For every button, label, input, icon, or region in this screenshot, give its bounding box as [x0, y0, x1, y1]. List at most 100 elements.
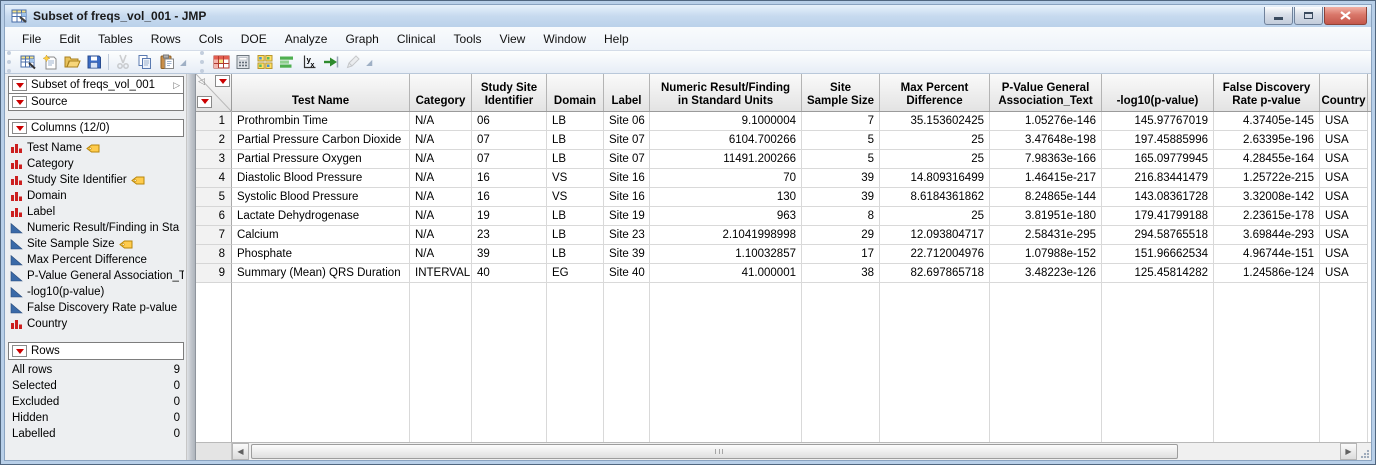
table-cell[interactable]: 2.23615e-178 [1214, 207, 1320, 226]
maximize-button[interactable] [1294, 7, 1323, 25]
nominal-modeling-type-icon[interactable] [10, 190, 23, 202]
table-cell[interactable]: 5 [802, 150, 880, 169]
row-number[interactable]: 9 [196, 264, 232, 283]
table-cell[interactable]: LB [547, 112, 604, 131]
panel-expand-icon[interactable]: ▷ [173, 80, 180, 91]
table-cell[interactable]: 197.45885996 [1102, 131, 1214, 150]
table-cell[interactable]: 23 [472, 226, 547, 245]
table-cell[interactable]: Calcium [232, 226, 410, 245]
table-cell[interactable]: 1.24586e-124 [1214, 264, 1320, 283]
table-cell[interactable]: 3.81951e-180 [990, 207, 1102, 226]
column-item-false-discovery-rate-p-value[interactable]: False Discovery Rate p-value [10, 300, 184, 316]
table-cell[interactable]: 2.63395e-196 [1214, 131, 1320, 150]
column-header-site-sample-size[interactable]: Site Sample Size [802, 74, 880, 111]
assign-button[interactable] [320, 52, 342, 72]
row-number[interactable]: 2 [196, 131, 232, 150]
column-item-test-name[interactable]: Test Name [10, 140, 184, 156]
table-cell[interactable]: 165.09779945 [1102, 150, 1214, 169]
title-bar[interactable]: Subset of freqs_vol_001 - JMP [5, 5, 1371, 27]
table-cell[interactable]: Phosphate [232, 245, 410, 264]
scrollbar-track[interactable] [249, 443, 1340, 460]
table-cell[interactable]: 125.45814282 [1102, 264, 1214, 283]
close-button[interactable] [1324, 7, 1367, 25]
table-cell[interactable]: 70 [650, 169, 802, 188]
column-item-study-site-identifier[interactable]: Study Site Identifier [10, 172, 184, 188]
table-cell[interactable]: 11491.200266 [650, 150, 802, 169]
table-cell[interactable]: 12.093804717 [880, 226, 990, 245]
table-cell[interactable]: Site 16 [604, 169, 650, 188]
column-item-country[interactable]: Country [10, 316, 184, 332]
column-header-false-discovery-rate-p-value[interactable]: False Discovery Rate p-value [1214, 74, 1320, 111]
table-cell[interactable]: Site 06 [604, 112, 650, 131]
columns-panel-header[interactable]: Columns (12/0) [8, 119, 184, 137]
columns-menu-red-triangle[interactable] [215, 75, 230, 87]
table-cell[interactable]: 40 [472, 264, 547, 283]
table-cell[interactable]: N/A [410, 245, 472, 264]
table-cell[interactable]: 1.10032857 [650, 245, 802, 264]
table-cell[interactable]: 3.47648e-198 [990, 131, 1102, 150]
table-cell[interactable]: 2.58431e-295 [990, 226, 1102, 245]
table-cell[interactable]: 3.32008e-142 [1214, 188, 1320, 207]
red-triangle-button[interactable] [12, 122, 27, 134]
fit-y-by-x-button[interactable]: yx [298, 52, 320, 72]
table-cell[interactable]: 25 [880, 150, 990, 169]
table-cell[interactable]: N/A [410, 150, 472, 169]
table-cell[interactable]: VS [547, 169, 604, 188]
table-cell[interactable]: N/A [410, 169, 472, 188]
rows-menu-red-triangle[interactable] [197, 96, 212, 108]
table-cell[interactable]: 3.48223e-126 [990, 264, 1102, 283]
table-cell[interactable]: 25 [880, 207, 990, 226]
menu-item-tables[interactable]: Tables [89, 29, 142, 49]
column-header-study-site-identifier[interactable]: Study Site Identifier [472, 74, 547, 111]
table-cell[interactable]: N/A [410, 207, 472, 226]
table-cell[interactable]: 9.1000004 [650, 112, 802, 131]
table-cell[interactable]: Site 16 [604, 188, 650, 207]
column-header-p-value-general-association-text[interactable]: P-Value General Association_Text [990, 74, 1102, 111]
copy-button[interactable] [134, 52, 156, 72]
table-cell[interactable]: 8.6184361862 [880, 188, 990, 207]
scroll-right-arrow[interactable]: ▶ [1340, 443, 1357, 460]
menu-item-edit[interactable]: Edit [50, 29, 89, 49]
table-cell[interactable]: USA [1320, 226, 1368, 245]
table-cell[interactable]: 4.96744e-151 [1214, 245, 1320, 264]
column-item-label[interactable]: Label [10, 204, 184, 220]
table-cell[interactable]: 130 [650, 188, 802, 207]
menu-item-graph[interactable]: Graph [336, 29, 387, 49]
row-number[interactable]: 8 [196, 245, 232, 264]
open-button[interactable] [61, 52, 83, 72]
table-cell[interactable]: N/A [410, 226, 472, 245]
column-item-site-sample-size[interactable]: Site Sample Size [10, 236, 184, 252]
table-cell[interactable]: 8 [802, 207, 880, 226]
nominal-modeling-type-icon[interactable] [10, 318, 23, 330]
panel-splitter[interactable] [187, 74, 196, 460]
scroll-left-arrow[interactable]: ◀ [232, 443, 249, 460]
table-cell[interactable]: Systolic Blood Pressure [232, 188, 410, 207]
continuous-modeling-type-icon[interactable] [10, 238, 23, 250]
horizontal-scrollbar[interactable]: ◀ ▶ [196, 442, 1371, 460]
table-cell[interactable]: 39 [802, 188, 880, 207]
table-cell[interactable]: Lactate Dehydrogenase [232, 207, 410, 226]
table-cell[interactable]: USA [1320, 207, 1368, 226]
column-item-category[interactable]: Category [10, 156, 184, 172]
table-cell[interactable]: EG [547, 264, 604, 283]
menu-item-file[interactable]: File [13, 29, 50, 49]
table-cell[interactable]: 179.41799188 [1102, 207, 1214, 226]
table-cell[interactable]: 16 [472, 169, 547, 188]
data-table-button[interactable] [210, 52, 232, 72]
table-cell[interactable]: 1.07988e-152 [990, 245, 1102, 264]
scrollbar-thumb[interactable] [251, 444, 1178, 459]
table-cell[interactable]: 1.05276e-146 [990, 112, 1102, 131]
table-cell[interactable]: Partial Pressure Carbon Dioxide [232, 131, 410, 150]
table-cell[interactable]: 82.697865718 [880, 264, 990, 283]
table-cell[interactable]: 19 [472, 207, 547, 226]
table-cell[interactable]: 7 [802, 112, 880, 131]
new-journal-button[interactable] [39, 52, 61, 72]
row-number[interactable]: 5 [196, 188, 232, 207]
save-button[interactable] [83, 52, 105, 72]
table-cell[interactable]: LB [547, 245, 604, 264]
menu-item-cols[interactable]: Cols [190, 29, 232, 49]
table-cell[interactable]: Summary (Mean) QRS Duration [232, 264, 410, 283]
menu-item-clinical[interactable]: Clinical [388, 29, 445, 49]
column-header-max-percent-difference[interactable]: Max Percent Difference [880, 74, 990, 111]
table-cell[interactable]: 29 [802, 226, 880, 245]
